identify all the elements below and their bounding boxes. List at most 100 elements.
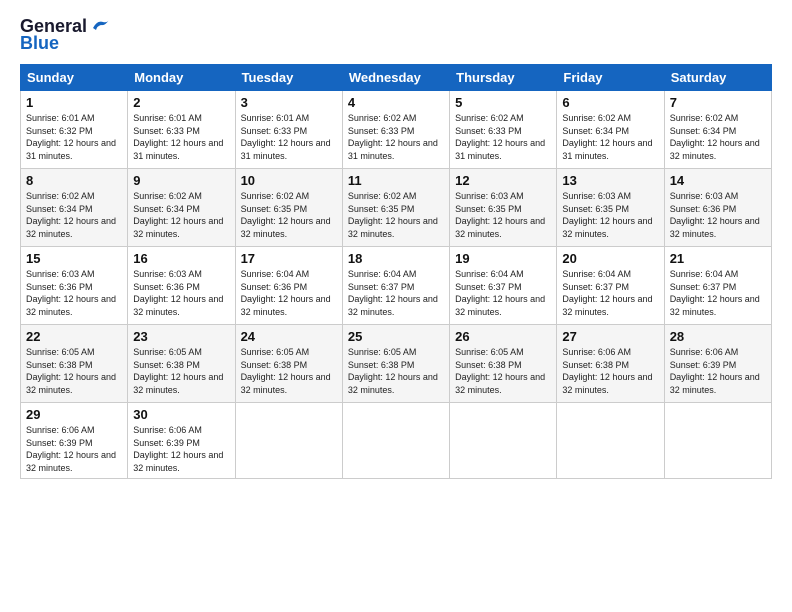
table-row: 21 Sunrise: 6:04 AMSunset: 6:37 PMDaylig…	[664, 247, 771, 325]
table-row: 4 Sunrise: 6:02 AMSunset: 6:33 PMDayligh…	[342, 91, 449, 169]
day-info: Sunrise: 6:05 AMSunset: 6:38 PMDaylight:…	[133, 347, 223, 395]
day-info: Sunrise: 6:02 AMSunset: 6:34 PMDaylight:…	[26, 191, 116, 239]
col-tuesday: Tuesday	[235, 65, 342, 91]
day-number: 28	[670, 329, 766, 344]
day-number: 1	[26, 95, 122, 110]
table-row	[342, 403, 449, 479]
day-info: Sunrise: 6:02 AMSunset: 6:33 PMDaylight:…	[348, 113, 438, 161]
day-number: 19	[455, 251, 551, 266]
day-info: Sunrise: 6:02 AMSunset: 6:34 PMDaylight:…	[562, 113, 652, 161]
day-number: 29	[26, 407, 122, 422]
table-row: 27 Sunrise: 6:06 AMSunset: 6:38 PMDaylig…	[557, 325, 664, 403]
logo: General Blue	[20, 16, 111, 54]
day-number: 30	[133, 407, 229, 422]
day-number: 9	[133, 173, 229, 188]
table-row: 24 Sunrise: 6:05 AMSunset: 6:38 PMDaylig…	[235, 325, 342, 403]
day-number: 21	[670, 251, 766, 266]
table-row: 19 Sunrise: 6:04 AMSunset: 6:37 PMDaylig…	[450, 247, 557, 325]
page: General Blue Sunday Monday Tuesday Wedne…	[0, 0, 792, 612]
day-number: 24	[241, 329, 337, 344]
calendar-table: Sunday Monday Tuesday Wednesday Thursday…	[20, 64, 772, 479]
table-row: 13 Sunrise: 6:03 AMSunset: 6:35 PMDaylig…	[557, 169, 664, 247]
day-info: Sunrise: 6:01 AMSunset: 6:33 PMDaylight:…	[241, 113, 331, 161]
table-row: 14 Sunrise: 6:03 AMSunset: 6:36 PMDaylig…	[664, 169, 771, 247]
day-info: Sunrise: 6:02 AMSunset: 6:35 PMDaylight:…	[348, 191, 438, 239]
table-row: 16 Sunrise: 6:03 AMSunset: 6:36 PMDaylig…	[128, 247, 235, 325]
day-info: Sunrise: 6:04 AMSunset: 6:36 PMDaylight:…	[241, 269, 331, 317]
day-number: 6	[562, 95, 658, 110]
day-info: Sunrise: 6:04 AMSunset: 6:37 PMDaylight:…	[562, 269, 652, 317]
table-row: 2 Sunrise: 6:01 AMSunset: 6:33 PMDayligh…	[128, 91, 235, 169]
table-row: 20 Sunrise: 6:04 AMSunset: 6:37 PMDaylig…	[557, 247, 664, 325]
day-number: 14	[670, 173, 766, 188]
day-info: Sunrise: 6:05 AMSunset: 6:38 PMDaylight:…	[241, 347, 331, 395]
day-number: 27	[562, 329, 658, 344]
table-row: 30 Sunrise: 6:06 AMSunset: 6:39 PMDaylig…	[128, 403, 235, 479]
table-row: 29 Sunrise: 6:06 AMSunset: 6:39 PMDaylig…	[21, 403, 128, 479]
day-info: Sunrise: 6:03 AMSunset: 6:35 PMDaylight:…	[562, 191, 652, 239]
day-info: Sunrise: 6:02 AMSunset: 6:35 PMDaylight:…	[241, 191, 331, 239]
table-row: 11 Sunrise: 6:02 AMSunset: 6:35 PMDaylig…	[342, 169, 449, 247]
day-number: 7	[670, 95, 766, 110]
table-row: 12 Sunrise: 6:03 AMSunset: 6:35 PMDaylig…	[450, 169, 557, 247]
day-info: Sunrise: 6:02 AMSunset: 6:34 PMDaylight:…	[133, 191, 223, 239]
day-number: 2	[133, 95, 229, 110]
table-row: 5 Sunrise: 6:02 AMSunset: 6:33 PMDayligh…	[450, 91, 557, 169]
col-wednesday: Wednesday	[342, 65, 449, 91]
day-number: 17	[241, 251, 337, 266]
table-row	[235, 403, 342, 479]
col-sunday: Sunday	[21, 65, 128, 91]
table-row	[450, 403, 557, 479]
table-row: 7 Sunrise: 6:02 AMSunset: 6:34 PMDayligh…	[664, 91, 771, 169]
table-row: 18 Sunrise: 6:04 AMSunset: 6:37 PMDaylig…	[342, 247, 449, 325]
day-number: 26	[455, 329, 551, 344]
day-number: 5	[455, 95, 551, 110]
table-row: 23 Sunrise: 6:05 AMSunset: 6:38 PMDaylig…	[128, 325, 235, 403]
day-number: 16	[133, 251, 229, 266]
table-row: 17 Sunrise: 6:04 AMSunset: 6:36 PMDaylig…	[235, 247, 342, 325]
table-row: 8 Sunrise: 6:02 AMSunset: 6:34 PMDayligh…	[21, 169, 128, 247]
table-row: 6 Sunrise: 6:02 AMSunset: 6:34 PMDayligh…	[557, 91, 664, 169]
day-info: Sunrise: 6:02 AMSunset: 6:34 PMDaylight:…	[670, 113, 760, 161]
day-info: Sunrise: 6:03 AMSunset: 6:35 PMDaylight:…	[455, 191, 545, 239]
day-info: Sunrise: 6:06 AMSunset: 6:39 PMDaylight:…	[133, 425, 223, 473]
table-row	[557, 403, 664, 479]
day-info: Sunrise: 6:03 AMSunset: 6:36 PMDaylight:…	[133, 269, 223, 317]
day-number: 25	[348, 329, 444, 344]
day-number: 23	[133, 329, 229, 344]
day-info: Sunrise: 6:01 AMSunset: 6:32 PMDaylight:…	[26, 113, 116, 161]
day-info: Sunrise: 6:03 AMSunset: 6:36 PMDaylight:…	[26, 269, 116, 317]
day-info: Sunrise: 6:06 AMSunset: 6:39 PMDaylight:…	[26, 425, 116, 473]
day-info: Sunrise: 6:04 AMSunset: 6:37 PMDaylight:…	[670, 269, 760, 317]
day-number: 4	[348, 95, 444, 110]
table-row: 1 Sunrise: 6:01 AMSunset: 6:32 PMDayligh…	[21, 91, 128, 169]
day-number: 20	[562, 251, 658, 266]
table-row: 22 Sunrise: 6:05 AMSunset: 6:38 PMDaylig…	[21, 325, 128, 403]
header: General Blue	[20, 16, 772, 54]
day-info: Sunrise: 6:02 AMSunset: 6:33 PMDaylight:…	[455, 113, 545, 161]
day-number: 15	[26, 251, 122, 266]
table-row: 25 Sunrise: 6:05 AMSunset: 6:38 PMDaylig…	[342, 325, 449, 403]
day-info: Sunrise: 6:04 AMSunset: 6:37 PMDaylight:…	[348, 269, 438, 317]
table-row: 26 Sunrise: 6:05 AMSunset: 6:38 PMDaylig…	[450, 325, 557, 403]
day-number: 11	[348, 173, 444, 188]
table-row: 3 Sunrise: 6:01 AMSunset: 6:33 PMDayligh…	[235, 91, 342, 169]
table-row: 9 Sunrise: 6:02 AMSunset: 6:34 PMDayligh…	[128, 169, 235, 247]
table-row: 10 Sunrise: 6:02 AMSunset: 6:35 PMDaylig…	[235, 169, 342, 247]
day-info: Sunrise: 6:05 AMSunset: 6:38 PMDaylight:…	[455, 347, 545, 395]
table-row: 28 Sunrise: 6:06 AMSunset: 6:39 PMDaylig…	[664, 325, 771, 403]
col-saturday: Saturday	[664, 65, 771, 91]
day-info: Sunrise: 6:05 AMSunset: 6:38 PMDaylight:…	[26, 347, 116, 395]
col-friday: Friday	[557, 65, 664, 91]
table-row: 15 Sunrise: 6:03 AMSunset: 6:36 PMDaylig…	[21, 247, 128, 325]
day-number: 12	[455, 173, 551, 188]
day-number: 18	[348, 251, 444, 266]
day-info: Sunrise: 6:06 AMSunset: 6:39 PMDaylight:…	[670, 347, 760, 395]
day-number: 22	[26, 329, 122, 344]
day-number: 8	[26, 173, 122, 188]
day-number: 3	[241, 95, 337, 110]
day-info: Sunrise: 6:03 AMSunset: 6:36 PMDaylight:…	[670, 191, 760, 239]
col-monday: Monday	[128, 65, 235, 91]
table-row	[664, 403, 771, 479]
day-number: 13	[562, 173, 658, 188]
